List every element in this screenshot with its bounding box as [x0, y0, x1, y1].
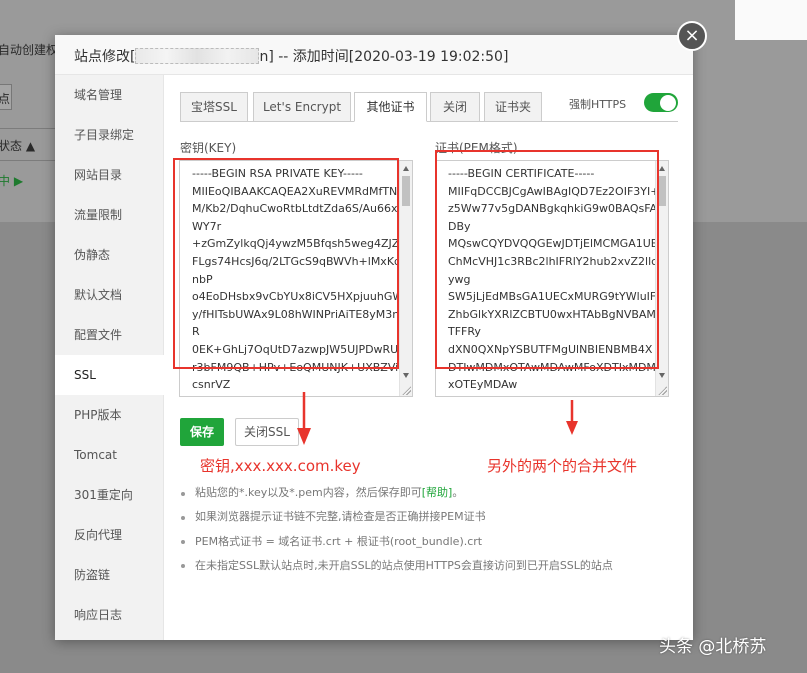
sidebar-item-label: 响应日志 [74, 608, 123, 622]
sidebar-item-site-dir[interactable]: 网站目录 [55, 155, 164, 195]
sidebar-item-traffic[interactable]: 流量限制 [55, 195, 164, 235]
sidebar-item-label: 网站目录 [74, 168, 123, 182]
sidebar-item-label: 伪静态 [74, 248, 111, 262]
background-status-running: 中 ▶ [0, 174, 24, 188]
dialog-title: 站点修改[ n] -- 添加时间[2020-03-19 19:02:50] [74, 46, 508, 66]
tab-other-cert[interactable]: 其他证书 [354, 92, 427, 122]
key-field-label: 密钥(KEY) [180, 141, 237, 155]
sidebar-item-label: 子目录绑定 [74, 128, 135, 142]
blurred-domain [135, 47, 260, 64]
sidebar-item-default-doc[interactable]: 默认文档 [55, 275, 164, 315]
scroll-thumb[interactable] [658, 176, 666, 206]
sidebar-item-label: PHP版本 [74, 408, 122, 422]
sidebar-item-php[interactable]: PHP版本 [55, 395, 164, 435]
site-edit-dialog: 站点修改[ n] -- 添加时间[2020-03-19 19:02:50] 域名管… [55, 35, 693, 640]
dialog-title-suffix: n] -- 添加时间[2020-03-19 19:02:50] [259, 49, 509, 65]
background-label: 自动创建权 [0, 43, 59, 57]
force-https-label: 强制HTTPS [569, 98, 627, 111]
tab-lets-encrypt[interactable]: Let's Encrypt [253, 92, 351, 122]
close-ssl-button[interactable]: 关闭SSL [235, 418, 299, 446]
sidebar-item-label: 配置文件 [74, 328, 123, 342]
tab-close[interactable]: 关闭 [430, 92, 480, 122]
scroll-down-icon[interactable] [659, 373, 665, 378]
tip-item: 如果浏览器提示证书链不完整,请检查是否正确拼接PEM证书 [179, 505, 679, 529]
help-link[interactable]: [帮助] [422, 486, 453, 499]
close-icon: × [684, 25, 700, 46]
scroll-down-icon[interactable] [403, 373, 409, 378]
sidebar-item-label: 流量限制 [74, 208, 123, 222]
resize-grip-icon[interactable] [402, 386, 411, 395]
resize-grip-icon[interactable] [658, 386, 667, 395]
background-button: 点 [0, 84, 12, 110]
background-status-header: 状态 ▲ [0, 139, 36, 153]
sidebar-item-config[interactable]: 配置文件 [55, 315, 164, 355]
background-button-label: 点 [0, 92, 11, 106]
sidebar-item-tomcat[interactable]: Tomcat [55, 435, 164, 475]
tip-text-end: 。 [452, 486, 464, 499]
toggle-knob [660, 94, 676, 111]
sidebar-item-redirect[interactable]: 301重定向 [55, 475, 164, 515]
key-scrollbar[interactable] [399, 161, 412, 396]
scroll-up-icon[interactable] [659, 166, 665, 171]
sidebar-item-label: 反向代理 [74, 528, 123, 542]
cert-scrollbar[interactable] [655, 161, 668, 396]
background-divider [0, 128, 56, 129]
scroll-up-icon[interactable] [403, 166, 409, 171]
sidebar-item-label: 防盗链 [74, 568, 111, 582]
sidebar-item-proxy[interactable]: 反向代理 [55, 515, 164, 555]
certificate-textarea[interactable]: -----BEGIN CERTIFICATE----- MIIFqDCCBJCg… [435, 160, 669, 397]
certificate-content: -----BEGIN CERTIFICATE----- MIIFqDCCBJCg… [448, 167, 660, 392]
tip-item: 粘贴您的*.key以及*.pem内容，然后保存即可[帮助]。 [179, 481, 679, 505]
sidebar-item-rewrite[interactable]: 伪静态 [55, 235, 164, 275]
tab-label: 关闭 [442, 100, 467, 114]
cert-annotation: 另外的两个的合并文件 [487, 457, 638, 475]
save-button[interactable]: 保存 [180, 418, 224, 446]
private-key-content: -----BEGIN RSA PRIVATE KEY----- MIIEoQIB… [192, 167, 404, 392]
tip-item: PEM格式证书 = 域名证书.crt + 根证书(root_bundle).cr… [179, 530, 679, 554]
background-divider [0, 160, 56, 161]
dialog-header: 站点修改[ n] -- 添加时间[2020-03-19 19:02:50] [55, 35, 693, 75]
sidebar-item-subdir[interactable]: 子目录绑定 [55, 115, 164, 155]
key-arrow-icon [297, 392, 311, 445]
cert-field-label: 证书(PEM格式) [435, 141, 518, 155]
tip-item: 在未指定SSL默认站点时,未开启SSL的站点使用HTTPS会直接访问到已开启SS… [179, 554, 679, 578]
cert-arrow-icon [566, 400, 578, 435]
settings-sidebar: 域名管理 子目录绑定 网站目录 流量限制 伪静态 默认文档 配置文件 SSL P… [55, 75, 164, 640]
tab-label: Let's Encrypt [262, 100, 342, 114]
sidebar-item-domain[interactable]: 域名管理 [55, 75, 164, 115]
sidebar-item-label: SSL [74, 368, 96, 382]
dialog-title-prefix: 站点修改[ [74, 49, 136, 65]
ssl-tips-list: 粘贴您的*.key以及*.pem内容，然后保存即可[帮助]。 如果浏览器提示证书… [179, 481, 679, 578]
force-https-toggle[interactable] [644, 93, 678, 112]
watermark: 头条 @北桥苏 [659, 637, 767, 657]
dialog-close-button[interactable]: × [677, 21, 707, 51]
tab-label: 证书夹 [494, 100, 531, 114]
sidebar-item-ssl[interactable]: SSL [55, 355, 164, 395]
tab-cert-folder[interactable]: 证书夹 [484, 92, 542, 122]
sidebar-item-log[interactable]: 响应日志 [55, 595, 164, 635]
tip-text: 粘贴您的*.key以及*.pem内容，然后保存即可 [195, 486, 422, 499]
tab-baota-ssl[interactable]: 宝塔SSL [180, 92, 248, 122]
tab-label: 其他证书 [366, 100, 415, 114]
sidebar-item-label: 默认文档 [74, 288, 123, 302]
sidebar-item-label: 域名管理 [74, 88, 123, 102]
sidebar-item-label: 301重定向 [74, 488, 133, 502]
sidebar-item-hotlink[interactable]: 防盗链 [55, 555, 164, 595]
scroll-thumb[interactable] [402, 176, 410, 206]
tab-label: 宝塔SSL [191, 100, 237, 114]
key-annotation: 密钥,xxx.xxx.com.key [200, 457, 361, 475]
sidebar-item-label: Tomcat [74, 448, 117, 462]
private-key-textarea[interactable]: -----BEGIN RSA PRIVATE KEY----- MIIEoQIB… [179, 160, 413, 397]
background-corner-panel [735, 0, 807, 40]
